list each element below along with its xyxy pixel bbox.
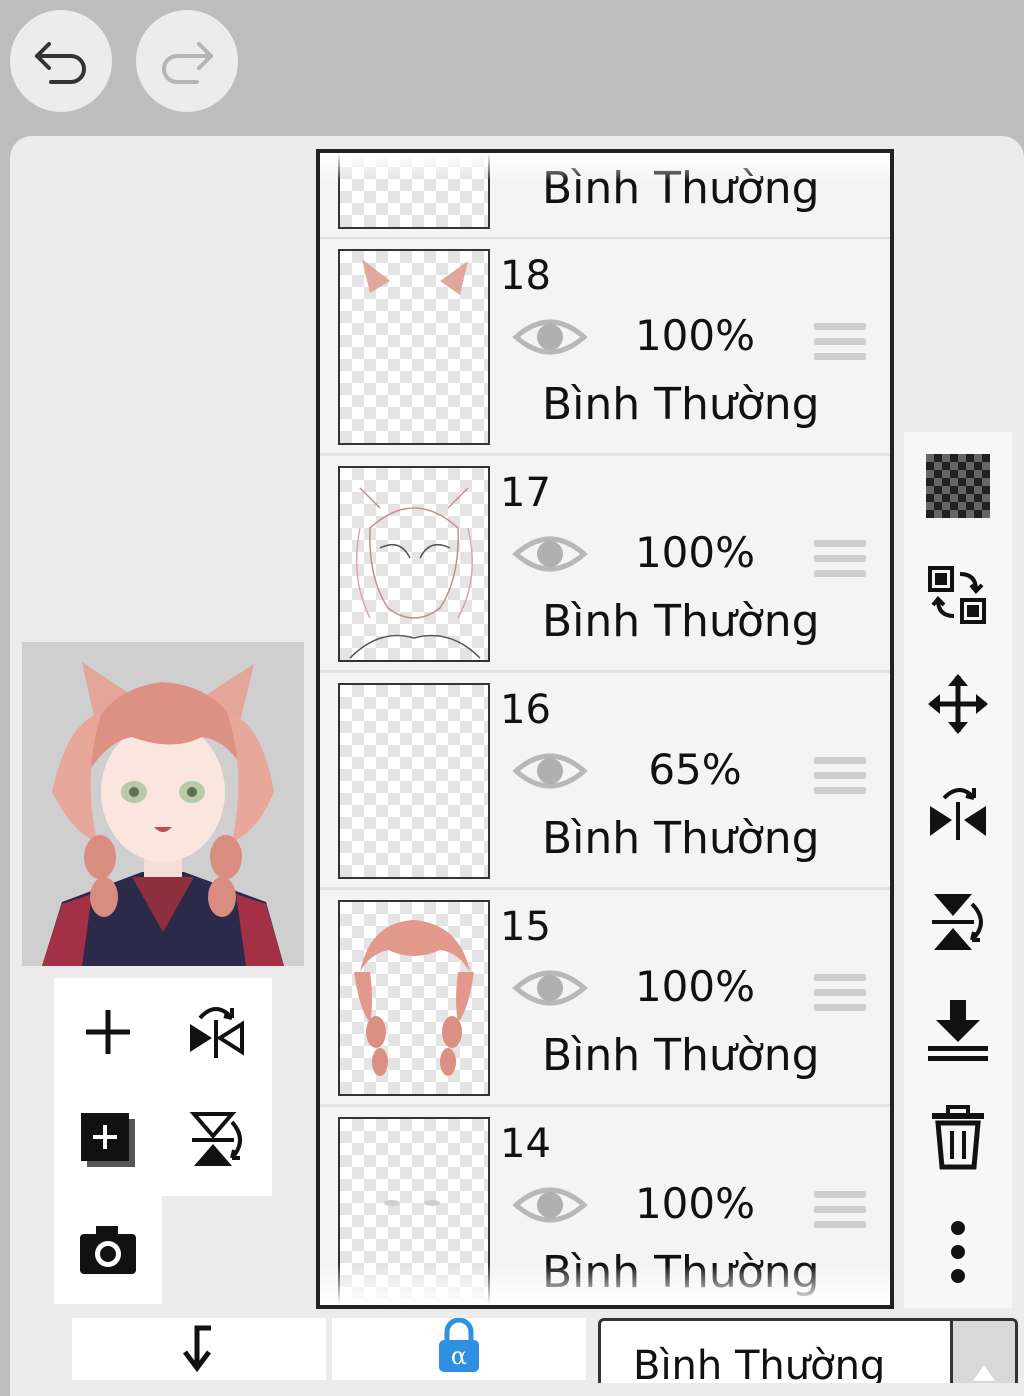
- layer-row[interactable]: 18 100% Bình Thường: [320, 239, 890, 456]
- add-layer-icon: [86, 1010, 130, 1054]
- swap-layers-button[interactable]: [904, 546, 1012, 646]
- drag-handle-icon[interactable]: [814, 323, 866, 368]
- layer-number: 14: [500, 1121, 551, 1167]
- layer-tools-right: [904, 432, 1012, 1308]
- flip-horizontal-button[interactable]: [904, 762, 1012, 862]
- eyes-thumbnail: [384, 1200, 440, 1206]
- drag-handle-icon[interactable]: [814, 974, 866, 1019]
- add-folder-icon: [81, 1113, 135, 1167]
- flip-horizontal-icon: [190, 1007, 244, 1058]
- layer-list[interactable]: Bình Thường 18 100% Bình Thường 17 100% …: [316, 149, 894, 1309]
- layer-number: 17: [500, 470, 551, 516]
- camera-button[interactable]: [54, 1196, 162, 1304]
- flip-vertical-icon: [932, 894, 983, 950]
- clipping-button[interactable]: [72, 1318, 326, 1380]
- visibility-eye-icon[interactable]: [512, 1181, 588, 1229]
- alpha-lock-icon: α: [439, 1318, 479, 1372]
- merge-down-button[interactable]: [904, 980, 1012, 1080]
- flip-horizontal-icon: [930, 788, 986, 840]
- layer-number: 16: [500, 687, 551, 733]
- drag-handle-icon[interactable]: [814, 540, 866, 585]
- layer-row[interactable]: Bình Thường: [320, 153, 890, 240]
- layer-blend-mode[interactable]: Bình Thường: [542, 1247, 820, 1298]
- visibility-eye-icon[interactable]: [512, 747, 588, 795]
- flip-horizontal-button[interactable]: [162, 978, 270, 1086]
- layer-row[interactable]: 17 100% Bình Thường: [320, 456, 890, 673]
- layer-opacity[interactable]: 100%: [610, 962, 780, 1011]
- layer-thumbnail[interactable]: [338, 900, 490, 1096]
- layer-blend-mode[interactable]: Bình Thường: [542, 596, 820, 647]
- chevron-up-icon: [973, 1365, 995, 1381]
- drag-handle-icon[interactable]: [814, 757, 866, 802]
- blend-mode-select[interactable]: Bình Thường: [598, 1318, 1018, 1383]
- redo-icon: [162, 42, 213, 84]
- layer-blend-mode[interactable]: Bình Thường: [542, 163, 820, 214]
- layer-opacity[interactable]: 100%: [610, 311, 780, 360]
- layer-row[interactable]: 16 65% Bình Thường: [320, 673, 890, 890]
- layer-thumbnail[interactable]: [338, 683, 490, 879]
- layer-blend-mode[interactable]: Bình Thường: [542, 1030, 820, 1081]
- layer-tools-left: [54, 978, 272, 1306]
- move-button[interactable]: [904, 654, 1012, 754]
- dropdown-arrow-button[interactable]: [950, 1321, 1015, 1383]
- layer-row[interactable]: 15 100% Bình Thường: [320, 890, 890, 1107]
- layer-blend-mode[interactable]: Bình Thường: [542, 379, 820, 430]
- visibility-eye-icon[interactable]: [512, 964, 588, 1012]
- flip-vertical-icon: [189, 1112, 242, 1166]
- redo-button[interactable]: [136, 10, 238, 112]
- canvas-preview[interactable]: [22, 642, 304, 966]
- layer-blend-mode[interactable]: Bình Thường: [542, 813, 820, 864]
- character-artwork: [22, 642, 304, 966]
- more-options-icon: [951, 1221, 965, 1283]
- layer-thumbnail[interactable]: [338, 1117, 490, 1305]
- ears-thumbnail: [362, 259, 468, 295]
- hair-thumbnail: [354, 920, 474, 1076]
- flip-vertical-button[interactable]: [162, 1086, 270, 1194]
- blend-mode-value: Bình Thường: [633, 1343, 886, 1383]
- layer-opacity[interactable]: 100%: [610, 1179, 780, 1228]
- camera-icon: [80, 1226, 136, 1274]
- lineart-thumbnail: [349, 487, 481, 659]
- layer-row[interactable]: 14 100% Bình Thường: [320, 1107, 890, 1305]
- layer-thumbnail[interactable]: [338, 153, 490, 229]
- delete-layer-button[interactable]: [904, 1088, 1012, 1188]
- flip-vertical-button[interactable]: [904, 872, 1012, 972]
- svg-text:α: α: [451, 1342, 467, 1370]
- layer-thumbnail[interactable]: [338, 249, 490, 445]
- merge-down-icon: [928, 1000, 988, 1061]
- undo-icon: [35, 42, 86, 84]
- clip-arrow-icon: [183, 1325, 211, 1373]
- trash-icon: [932, 1105, 984, 1170]
- visibility-eye-icon[interactable]: [512, 530, 588, 578]
- layer-number: 15: [500, 904, 551, 950]
- layer-thumbnail[interactable]: [338, 466, 490, 662]
- alpha-lock-button[interactable]: α: [332, 1318, 586, 1380]
- drag-handle-icon[interactable]: [814, 1191, 866, 1236]
- transparency-button[interactable]: [904, 436, 1012, 536]
- add-folder-button[interactable]: [54, 1086, 162, 1194]
- transparency-grid-icon: [926, 454, 990, 518]
- more-options-button[interactable]: [904, 1202, 1012, 1302]
- add-layer-button[interactable]: [54, 978, 162, 1086]
- undo-button[interactable]: [10, 10, 112, 112]
- visibility-eye-icon[interactable]: [512, 313, 588, 361]
- layer-opacity[interactable]: 100%: [610, 528, 780, 577]
- swap-layers-icon: [928, 566, 986, 624]
- layer-opacity[interactable]: 65%: [610, 745, 780, 794]
- layer-number: 18: [500, 253, 551, 299]
- move-icon: [928, 674, 988, 734]
